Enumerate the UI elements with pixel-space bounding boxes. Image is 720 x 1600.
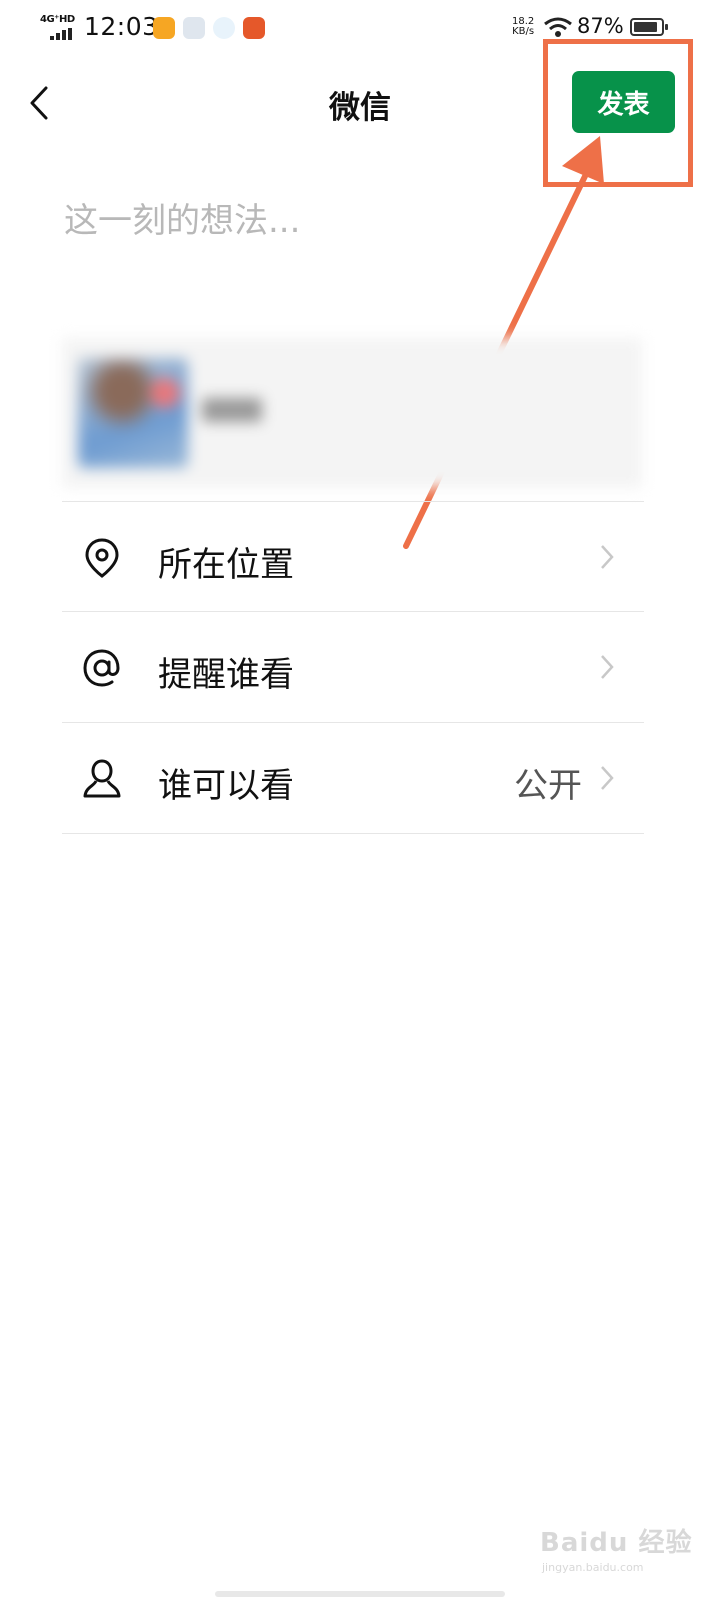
- cellular-signal-icon: 4G⁺HD: [40, 14, 78, 40]
- network-type-label: 4G⁺HD: [40, 14, 75, 25]
- visibility-value: 公开: [514, 766, 582, 806]
- network-speed-unit: KB/s: [512, 26, 535, 37]
- media-thumbnail: [78, 358, 188, 468]
- network-speed: 18.2 KB/s: [512, 17, 534, 37]
- visibility-row[interactable]: 谁可以看 公开: [62, 722, 644, 834]
- at-sign-icon: [83, 649, 120, 687]
- k-icon: [213, 17, 235, 39]
- battery-fill: [634, 22, 657, 32]
- chevron-right-icon: [601, 545, 614, 569]
- location-row[interactable]: 所在位置: [62, 501, 644, 612]
- media-attachment[interactable]: [62, 338, 642, 488]
- app-icon: [183, 17, 205, 39]
- visibility-label: 谁可以看: [158, 766, 294, 806]
- location-pin-icon: [85, 538, 119, 578]
- chevron-right-icon: [601, 655, 614, 679]
- home-indicator[interactable]: [215, 1591, 505, 1597]
- annotation-highlight-box: [543, 39, 693, 187]
- watermark-sub: jingyan.baidu.com: [542, 1561, 644, 1574]
- mention-label: 提醒谁看: [158, 655, 294, 695]
- battery-icon: [630, 18, 668, 36]
- watermark-main: Baidu 经验: [540, 1528, 693, 1558]
- status-time: 12:03: [84, 12, 159, 41]
- post-text-input[interactable]: [62, 190, 656, 252]
- news-icon: [243, 17, 265, 39]
- baidu-watermark: Baidu 经验 jingyan.baidu.com: [540, 1522, 692, 1574]
- media-label: [202, 398, 262, 422]
- wifi-icon: [544, 17, 572, 37]
- weibo-icon: [153, 17, 175, 39]
- chevron-right-icon: [601, 766, 614, 790]
- location-label: 所在位置: [158, 545, 294, 585]
- media-badge: [150, 378, 180, 408]
- mention-row[interactable]: 提醒谁看: [62, 611, 644, 722]
- person-icon: [83, 759, 121, 798]
- battery-percent: 87%: [577, 14, 624, 38]
